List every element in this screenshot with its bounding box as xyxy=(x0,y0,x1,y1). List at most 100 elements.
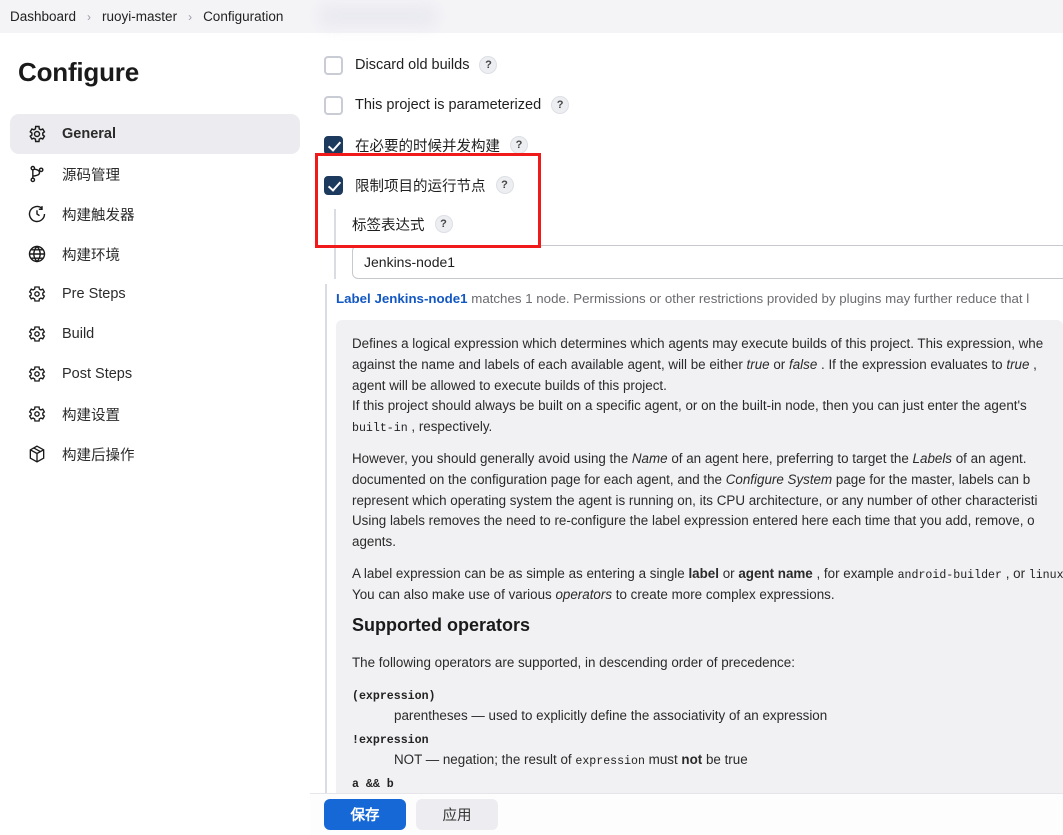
operator-code: (expression) xyxy=(352,690,436,704)
sidebar-item-label: 构建环境 xyxy=(62,247,120,264)
general-options: Discard old builds ? This project is par… xyxy=(310,33,1063,279)
section-guide-line xyxy=(325,284,327,793)
emph-labels: Labels xyxy=(912,451,953,467)
sidebar-item-label: 构建触发器 xyxy=(62,207,135,224)
label-expression-label: 标签表达式 xyxy=(352,217,425,234)
header-blurred-element xyxy=(318,4,438,28)
status-label-name: Jenkins-node1 xyxy=(374,291,468,306)
option-label: This project is parameterized xyxy=(355,97,542,113)
label-match-status: Label Jenkins-node1 matches 1 node. Perm… xyxy=(336,291,1063,306)
option-label: 限制项目的运行节点 xyxy=(355,178,486,195)
help-paragraph-2b: documented on the configuration page for… xyxy=(352,471,1031,487)
sidebar-item-label: Build xyxy=(62,326,95,342)
option-label: Discard old builds xyxy=(355,57,470,73)
breadcrumb-separator-icon: › xyxy=(87,9,92,24)
status-prefix: Label xyxy=(336,291,375,306)
emph-label: label xyxy=(688,565,719,581)
sidebar-item-build-triggers[interactable]: 构建触发器 xyxy=(10,194,300,234)
supported-operators-heading: Supported operators xyxy=(352,614,531,635)
help-paragraph-1d: If this project should always be built o… xyxy=(352,398,1027,414)
gear-outline-icon xyxy=(26,363,48,385)
save-button[interactable]: 保存 xyxy=(324,799,406,830)
option-restrict-node: 限制项目的运行节点 ? xyxy=(324,169,1063,201)
operator-not: !expression NOT — negation; the result o… xyxy=(352,729,1045,771)
operator-and: a && b AND — both of the expressions a a… xyxy=(352,773,1045,793)
configure-page: Dashboard › ruoyi-master › Configuration… xyxy=(0,0,1063,835)
label-expression-help-panel: Defines a logical expression which deter… xyxy=(336,320,1063,793)
help-paragraph-3a: A label expression can be as simple as e… xyxy=(352,565,1063,582)
help-paragraph-3b: You can also make use of various operato… xyxy=(352,586,835,602)
gear-outline-icon xyxy=(26,403,48,425)
emph-agent-name: agent name xyxy=(738,565,813,581)
gear-outline-icon xyxy=(26,283,48,305)
breadcrumb-separator-icon: › xyxy=(188,9,193,24)
sidebar-item-label: Post Steps xyxy=(62,366,133,382)
option-concurrent-builds: 在必要的时候并发构建 ? xyxy=(324,129,1063,161)
emph-configure-system: Configure System xyxy=(725,471,833,487)
globe-icon xyxy=(26,243,48,265)
help-icon[interactable]: ? xyxy=(551,96,570,114)
sidebar-item-label: 构建后操作 xyxy=(62,447,135,464)
help-paragraph-2c: represent which operating system the age… xyxy=(352,492,1038,508)
option-label: 在必要的时候并发构建 xyxy=(355,138,500,155)
help-icon[interactable]: ? xyxy=(510,136,528,154)
help-paragraph-4: The following operators are supported, i… xyxy=(352,655,795,671)
sidebar-item-build[interactable]: Build xyxy=(10,314,300,354)
breadcrumb: Dashboard › ruoyi-master › Configuration xyxy=(0,0,1063,33)
breadcrumb-item-project[interactable]: ruoyi-master xyxy=(102,9,177,24)
sidebar-item-label: Pre Steps xyxy=(62,286,126,302)
help-paragraph-1e: built-in , respectively. xyxy=(352,419,493,436)
sidebar-item-label: General xyxy=(62,126,116,142)
operator-description: parentheses — used to explicitly define … xyxy=(394,708,828,724)
option-discard-old-builds: Discard old builds ? xyxy=(324,49,1063,81)
label-expression-header: 标签表达式 ? xyxy=(352,209,1063,239)
code-android-builder: android-builder xyxy=(897,568,1002,582)
help-icon[interactable]: ? xyxy=(495,176,514,194)
emph-operators: operators xyxy=(555,586,613,602)
operator-description: NOT — negation; the result of expression… xyxy=(394,751,748,768)
code-linux: linux xyxy=(1028,568,1063,582)
concurrent-builds-checkbox[interactable] xyxy=(324,135,343,155)
help-paragraph-2e: agents. xyxy=(352,534,396,550)
help-icon[interactable]: ? xyxy=(479,56,498,74)
form-action-bar: 保存 应用 xyxy=(310,793,1063,835)
help-paragraph-1b: against the name and labels of each avai… xyxy=(352,356,1037,372)
sidebar: Configure General 源码管理 构建触发器 构建环境 Pre St… xyxy=(0,33,310,835)
sidebar-item-post-steps[interactable]: Post Steps xyxy=(10,354,300,394)
main-content: Discard old builds ? This project is par… xyxy=(310,33,1063,793)
clock-icon xyxy=(26,203,48,225)
emph-true: true xyxy=(746,356,770,372)
emph-false: false xyxy=(788,356,818,372)
status-suffix: matches 1 node. Permissions or other res… xyxy=(467,291,1030,306)
branch-icon xyxy=(26,163,48,185)
sidebar-item-pre-steps[interactable]: Pre Steps xyxy=(10,274,300,314)
gear-icon xyxy=(26,123,48,145)
page-title: Configure xyxy=(18,57,139,87)
emph-name: Name xyxy=(631,451,668,467)
emph-true-2: true xyxy=(1006,356,1030,372)
sidebar-item-build-settings[interactable]: 构建设置 xyxy=(10,394,300,434)
discard-old-builds-checkbox[interactable] xyxy=(324,55,343,75)
sidebar-nav: General 源码管理 构建触发器 构建环境 Pre Steps Build … xyxy=(0,114,310,474)
sidebar-item-source-code[interactable]: 源码管理 xyxy=(10,154,300,194)
operator-code: a && b xyxy=(352,777,394,791)
sidebar-item-general[interactable]: General xyxy=(10,114,300,154)
code-built-in: built-in xyxy=(352,422,408,436)
operator-code: !expression xyxy=(352,733,429,747)
gear-outline-icon xyxy=(26,323,48,345)
project-parameterized-checkbox[interactable] xyxy=(324,95,343,115)
apply-button[interactable]: 应用 xyxy=(416,799,498,830)
help-paragraph-2a: However, you should generally avoid usin… xyxy=(352,451,1027,467)
help-paragraph-1a: Defines a logical expression which deter… xyxy=(352,336,1044,351)
sidebar-item-label: 构建设置 xyxy=(62,407,120,424)
label-expression-input[interactable] xyxy=(352,245,1063,279)
operator-parentheses: (expression) parentheses — used to expli… xyxy=(352,685,1045,727)
help-icon[interactable]: ? xyxy=(434,215,453,233)
option-project-parameterized: This project is parameterized ? xyxy=(324,89,1063,121)
restrict-node-checkbox[interactable] xyxy=(324,175,343,195)
breadcrumb-item-configuration[interactable]: Configuration xyxy=(203,9,283,24)
breadcrumb-item-dashboard[interactable]: Dashboard xyxy=(10,9,76,24)
sidebar-item-build-environment[interactable]: 构建环境 xyxy=(10,234,300,274)
help-paragraph-1c: agent will be allowed to execute builds … xyxy=(352,377,667,393)
sidebar-item-post-build-actions[interactable]: 构建后操作 xyxy=(10,434,300,474)
